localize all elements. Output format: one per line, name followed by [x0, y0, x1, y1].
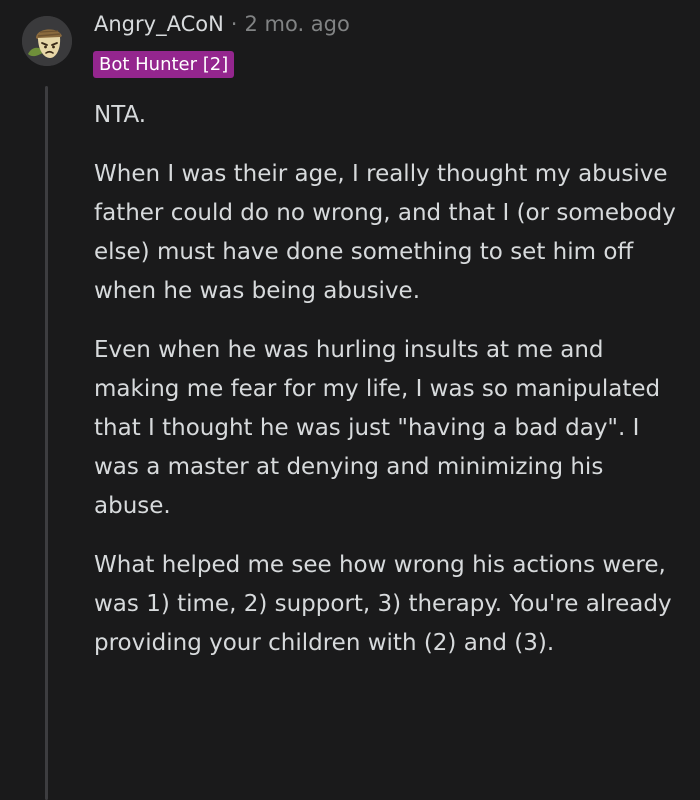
comment-paragraph: When I was their age, I really thought m… [94, 161, 676, 304]
meta-separator: · [230, 12, 238, 36]
comment-body: NTA. When I was their age, I really thou… [94, 96, 679, 683]
user-flair-badge: Bot Hunter [2] [93, 51, 235, 78]
comment-timestamp[interactable]: 2 mo. ago [244, 12, 349, 36]
user-avatar[interactable] [22, 16, 72, 66]
acorn-avatar-icon [22, 16, 72, 66]
comment-paragraph: What helped me see how wrong his actions… [94, 552, 672, 656]
comment-header: Angry_ACoN · 2 mo. ago [94, 8, 350, 40]
author-username[interactable]: Angry_ACoN [94, 12, 224, 36]
comment-paragraph: Even when he was hurling insults at me a… [94, 337, 661, 519]
thread-collapse-line[interactable] [45, 86, 48, 800]
comment-paragraph: NTA. [94, 102, 147, 128]
comment: Angry_ACoN · 2 mo. ago Bot Hunter [2] NT… [0, 0, 700, 800]
